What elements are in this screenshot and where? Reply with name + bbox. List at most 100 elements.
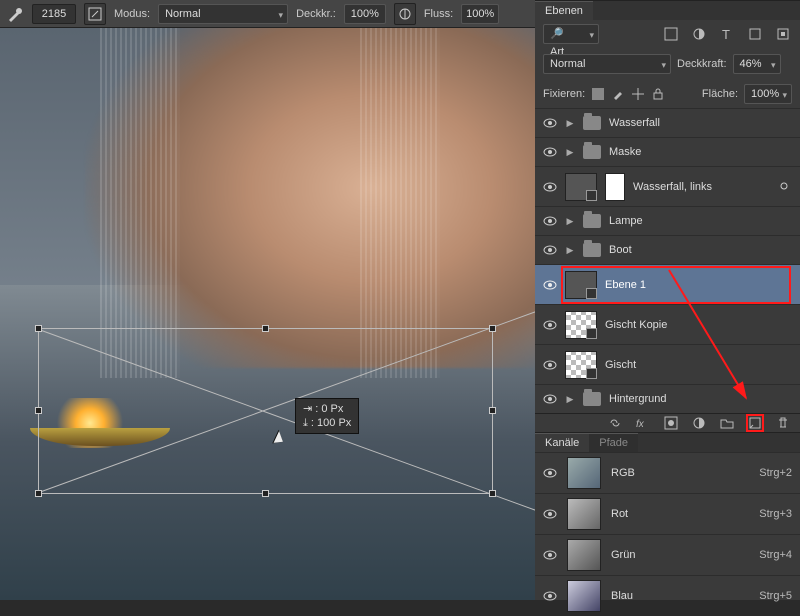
channel-gruen[interactable]: Grün Strg+4 — [535, 534, 800, 575]
tab-paths[interactable]: Pfade — [589, 433, 638, 452]
smartobject-badge-icon — [586, 368, 597, 379]
visibility-toggle[interactable] — [543, 278, 557, 292]
delete-layer-icon[interactable] — [774, 414, 792, 432]
channel-rgb[interactable]: RGB Strg+2 — [535, 452, 800, 493]
visibility-toggle[interactable] — [543, 548, 557, 562]
lock-pixels-icon[interactable] — [611, 87, 625, 101]
layer-filter-row: 🔎Art T — [535, 20, 800, 48]
filter-adjustment-icon[interactable] — [690, 25, 708, 43]
channel-shortcut: Strg+4 — [759, 549, 792, 561]
smartobject-badge-icon — [586, 288, 597, 299]
fill-label: Fläche: — [702, 88, 738, 100]
folder-icon — [583, 243, 601, 257]
lock-all-icon[interactable] — [651, 87, 665, 101]
transform-handle[interactable] — [35, 325, 42, 332]
layer-fx-icon[interactable]: fx — [634, 414, 652, 432]
visibility-toggle[interactable] — [543, 116, 557, 130]
channel-name: Blau — [611, 590, 633, 602]
visibility-toggle[interactable] — [543, 589, 557, 603]
disclosure-icon[interactable]: ▶ — [565, 216, 575, 227]
flow-field[interactable]: 100% — [461, 4, 499, 24]
visibility-toggle[interactable] — [543, 214, 557, 228]
opacity-field[interactable]: 100% — [344, 4, 386, 24]
brush-panel-toggle[interactable] — [84, 3, 106, 25]
transform-handle[interactable] — [489, 325, 496, 332]
filter-shape-icon[interactable] — [746, 25, 764, 43]
layer-name: Maske — [609, 146, 641, 158]
layer-blend-dropdown[interactable]: Normal — [543, 54, 671, 74]
disclosure-icon[interactable]: ▶ — [565, 147, 575, 158]
lock-position-icon[interactable] — [631, 87, 645, 101]
tab-layers[interactable]: Ebenen — [535, 1, 593, 20]
brush-size-field[interactable]: 2185 — [32, 4, 76, 24]
layer-thumbnail — [565, 173, 597, 201]
transform-handle[interactable] — [262, 325, 269, 332]
new-group-icon[interactable] — [718, 414, 736, 432]
link-icon[interactable] — [778, 180, 792, 194]
visibility-toggle[interactable] — [543, 145, 557, 159]
layer-opacity-field[interactable]: 46% — [733, 54, 781, 74]
filter-type-icon[interactable]: T — [718, 25, 736, 43]
channel-thumbnail — [567, 498, 601, 530]
visibility-toggle[interactable] — [543, 466, 557, 480]
channel-blau[interactable]: Blau Strg+5 — [535, 575, 800, 616]
layer-gischt[interactable]: Gischt — [535, 344, 800, 384]
transform-handle[interactable] — [35, 490, 42, 497]
pressure-opacity-icon[interactable] — [394, 3, 416, 25]
layer-lock-row: Fixieren: Fläche: 100% — [535, 78, 800, 108]
folder-icon — [583, 145, 601, 159]
layer-group-hintergrund[interactable]: ▶ Hintergrund — [535, 384, 800, 413]
layer-wasserfall-links[interactable]: Wasserfall, links — [535, 166, 800, 206]
tooltip-dx: ⇥ : 0 Px — [303, 402, 351, 416]
layer-name: Lampe — [609, 215, 643, 227]
link-layers-icon[interactable] — [606, 414, 624, 432]
filter-kind-dropdown[interactable]: 🔎Art — [543, 24, 599, 44]
svg-text:fx: fx — [636, 419, 645, 430]
channel-rot[interactable]: Rot Strg+3 — [535, 493, 800, 534]
blend-mode-dropdown[interactable]: Normal — [158, 4, 288, 24]
lock-label: Fixieren: — [543, 88, 585, 100]
layer-group-maske[interactable]: ▶ Maske — [535, 137, 800, 166]
transform-handle[interactable] — [489, 490, 496, 497]
tooltip-dy: ⤓ : 100 Px — [303, 416, 351, 430]
visibility-toggle[interactable] — [543, 392, 557, 406]
channel-name: Grün — [611, 549, 635, 561]
layer-fill-field[interactable]: 100% — [744, 84, 792, 104]
disclosure-icon[interactable]: ▶ — [565, 118, 575, 129]
channel-shortcut: Strg+2 — [759, 467, 792, 479]
canvas[interactable]: ⇥ : 0 Px ⤓ : 100 Px — [0, 28, 535, 600]
layer-ebene-1[interactable]: Ebene 1 — [535, 264, 800, 304]
layers-panel-tabs: Ebenen — [535, 0, 800, 20]
transform-handle[interactable] — [262, 490, 269, 497]
tab-channels[interactable]: Kanäle — [535, 433, 589, 452]
disclosure-icon[interactable]: ▶ — [565, 245, 575, 256]
transform-handle[interactable] — [489, 407, 496, 414]
visibility-toggle[interactable] — [543, 243, 557, 257]
layer-name: Ebene 1 — [605, 279, 646, 291]
layer-group-lampe[interactable]: ▶ Lampe — [535, 206, 800, 235]
adjustment-layer-icon[interactable] — [690, 414, 708, 432]
visibility-toggle[interactable] — [543, 507, 557, 521]
visibility-toggle[interactable] — [543, 318, 557, 332]
filter-pixel-icon[interactable] — [662, 25, 680, 43]
visibility-toggle[interactable] — [543, 358, 557, 372]
free-transform-bounds[interactable] — [38, 328, 493, 494]
filter-smartobject-icon[interactable] — [774, 25, 792, 43]
canvas-artwork — [100, 28, 180, 378]
layer-group-wasserfall[interactable]: ▶ Wasserfall — [535, 108, 800, 137]
channel-name: Rot — [611, 508, 628, 520]
transform-info-tooltip: ⇥ : 0 Px ⤓ : 100 Px — [295, 398, 359, 434]
channel-name: RGB — [611, 467, 635, 479]
new-layer-icon[interactable] — [746, 414, 764, 432]
channel-thumbnail — [567, 539, 601, 571]
add-mask-icon[interactable] — [662, 414, 680, 432]
transform-handle[interactable] — [35, 407, 42, 414]
layer-gischt-kopie[interactable]: Gischt Kopie — [535, 304, 800, 344]
smartobject-badge-icon — [586, 190, 597, 201]
disclosure-icon[interactable]: ▶ — [565, 394, 575, 405]
lock-transparency-icon[interactable] — [591, 87, 605, 101]
visibility-toggle[interactable] — [543, 180, 557, 194]
folder-icon — [583, 392, 601, 406]
layer-group-boot[interactable]: ▶ Boot — [535, 235, 800, 264]
layer-mask-thumbnail[interactable] — [605, 173, 625, 201]
